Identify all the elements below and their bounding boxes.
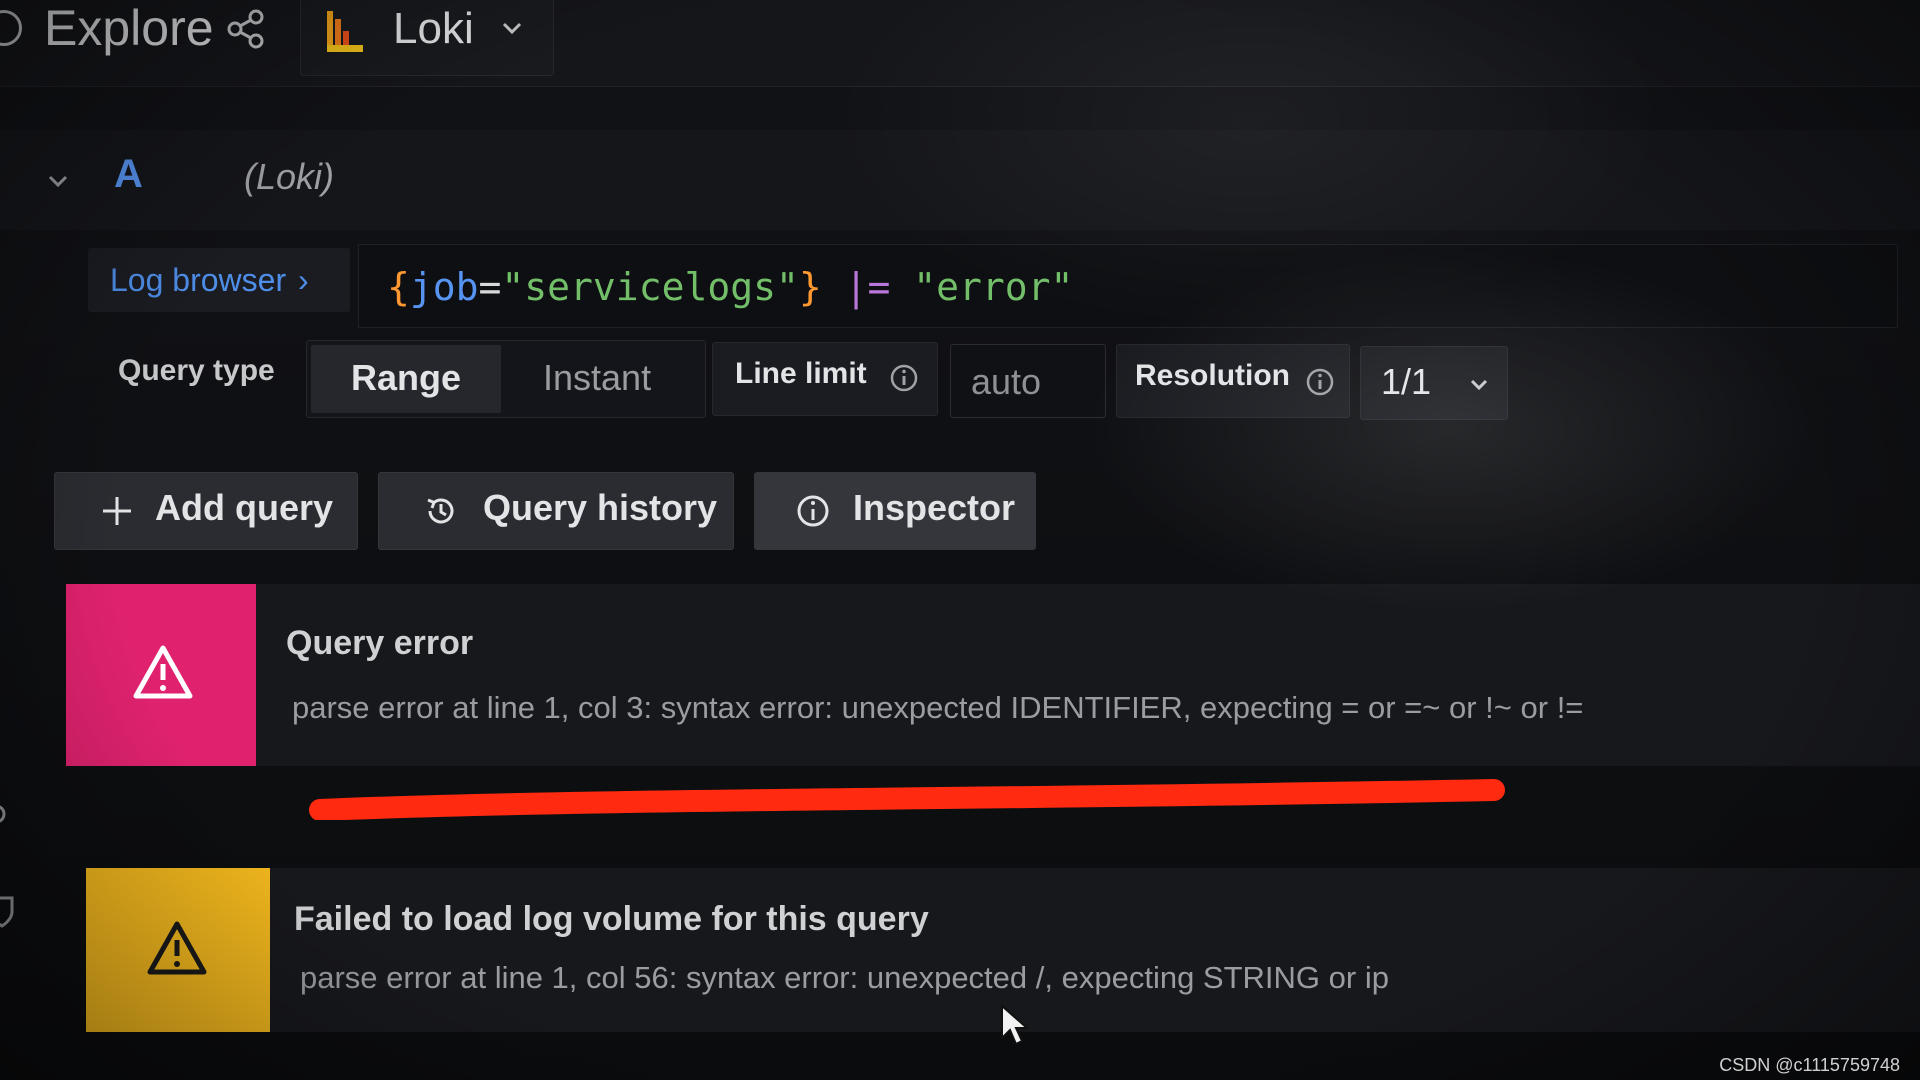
query-token-equals: = bbox=[478, 265, 502, 309]
alert-title: Query error bbox=[286, 624, 474, 662]
inspector-button[interactable]: Inspector bbox=[754, 472, 1036, 550]
plus-icon bbox=[103, 497, 131, 525]
resolution-value: 1/1 bbox=[1381, 361, 1432, 402]
query-token-filter-op: |= bbox=[821, 265, 914, 309]
query-token-brace: { bbox=[387, 265, 410, 309]
query-row-header: A (Loki) bbox=[0, 130, 1920, 230]
query-history-label: Query history bbox=[483, 487, 718, 528]
query-token-label: job bbox=[409, 265, 479, 309]
line-limit-label: Line limit bbox=[735, 357, 867, 390]
share-icon[interactable] bbox=[226, 8, 268, 50]
query-type-instant-option[interactable]: Instant bbox=[507, 345, 697, 413]
explore-page: Explore Loki A (Loki) Log browser › {job… bbox=[0, 0, 1920, 1080]
warning-triangle-icon bbox=[147, 921, 207, 975]
query-error-alert: Query error parse error at line 1, col 3… bbox=[66, 584, 1920, 766]
alert-message: parse error at line 1, col 3: syntax err… bbox=[292, 690, 1584, 725]
loki-logo-icon bbox=[327, 11, 363, 52]
add-query-button[interactable]: Add query bbox=[54, 472, 358, 550]
chevron-down-icon bbox=[502, 22, 522, 35]
query-datasource-label: (Loki) bbox=[244, 156, 335, 197]
alert-message: parse error at line 1, col 56: syntax er… bbox=[300, 960, 1389, 995]
history-icon bbox=[427, 498, 454, 524]
query-editor-input[interactable]: {job="servicelogs"} |= "error" bbox=[358, 244, 1898, 328]
query-options-row: Query type Range Instant Line limit auto… bbox=[0, 340, 1920, 420]
query-token-label-value: "servicelogs" bbox=[501, 265, 799, 309]
alert-title: Failed to load log volume for this query bbox=[294, 900, 929, 938]
log-browser-label: Log browser bbox=[110, 262, 287, 298]
query-type-range-option[interactable]: Range bbox=[311, 345, 501, 413]
add-query-label: Add query bbox=[155, 487, 334, 528]
alert-icon-box bbox=[86, 868, 270, 1032]
top-bar: Explore Loki bbox=[0, 0, 1920, 87]
mouse-cursor-icon bbox=[1001, 1004, 1030, 1046]
log-browser-button[interactable]: Log browser › bbox=[88, 248, 350, 312]
info-icon[interactable] bbox=[1305, 367, 1335, 397]
resolution-field: Resolution bbox=[1116, 344, 1350, 418]
collapse-chevron-icon[interactable] bbox=[44, 170, 72, 194]
resolution-select[interactable]: 1/1 bbox=[1360, 346, 1508, 420]
inspector-label: Inspector bbox=[853, 487, 1016, 528]
query-letter[interactable]: A bbox=[114, 152, 143, 197]
query-token-brace: } bbox=[798, 265, 822, 309]
line-limit-placeholder: auto bbox=[971, 361, 1042, 402]
chevron-down-icon bbox=[1470, 379, 1488, 391]
resolution-label: Resolution bbox=[1135, 359, 1290, 392]
query-type-radio-group: Range Instant bbox=[306, 340, 706, 418]
alert-icon-box bbox=[66, 584, 256, 766]
datasource-picker[interactable]: Loki bbox=[300, 0, 554, 76]
explore-icon bbox=[0, 10, 22, 46]
datasource-name: Loki bbox=[393, 4, 474, 53]
info-icon bbox=[797, 495, 829, 527]
query-type-range-label: Range bbox=[351, 357, 462, 398]
watermark: CSDN @c1115759748 bbox=[1719, 1055, 1900, 1075]
shield-icon[interactable] bbox=[0, 894, 18, 930]
query-history-button[interactable]: Query history bbox=[378, 472, 734, 550]
query-type-instant-label: Instant bbox=[543, 357, 652, 398]
chevron-right-icon: › bbox=[298, 262, 309, 298]
line-limit-field: Line limit bbox=[712, 342, 938, 416]
warning-triangle-icon bbox=[133, 645, 193, 699]
query-token-filter-value: "error" bbox=[913, 265, 1074, 309]
settings-icon[interactable] bbox=[0, 800, 12, 828]
red-annotation-underline bbox=[309, 779, 1505, 820]
page-title: Explore bbox=[44, 0, 214, 56]
query-type-label: Query type bbox=[118, 354, 275, 387]
line-limit-input[interactable]: auto bbox=[950, 344, 1106, 418]
info-icon[interactable] bbox=[889, 363, 919, 393]
